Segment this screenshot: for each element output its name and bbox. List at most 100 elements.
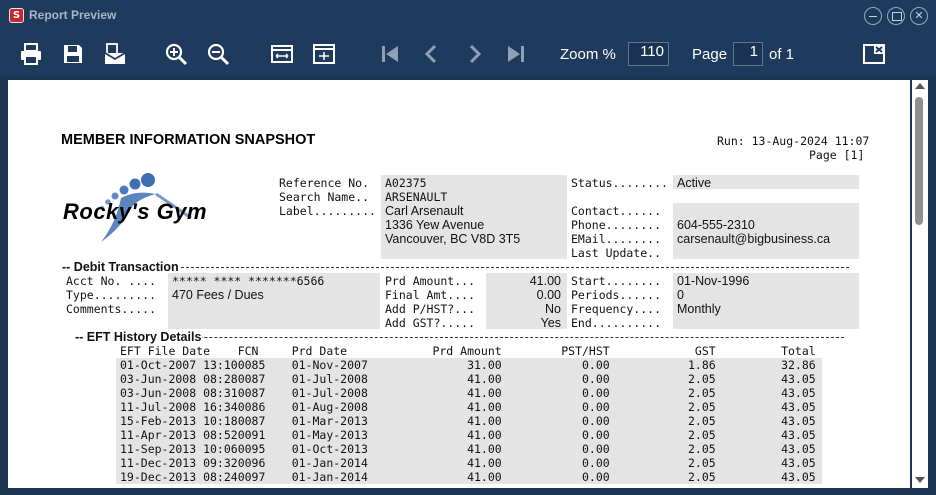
acct-no-value: ***** **** *******6566 — [172, 274, 325, 288]
cell-eft-file-date: 11-Apr-2013 08:52 — [116, 428, 238, 442]
cell-gst: 2.05 — [609, 456, 716, 470]
col-header-eft-file-date: EFT File Date — [120, 344, 211, 358]
zoom-out-icon — [207, 43, 230, 66]
zoom-out-button[interactable] — [206, 42, 230, 66]
cell-eft-file-date: 11-Jul-2008 16:34 — [116, 400, 238, 414]
cell-gst: 2.05 — [609, 372, 716, 386]
prd-amount-label: Prd Amount... — [385, 274, 476, 288]
close-window-button[interactable]: ✕ — [910, 7, 928, 25]
app-icon: S — [9, 8, 24, 23]
scrollbar-thumb[interactable] — [915, 97, 923, 225]
cell-pst-hst: 0.00 — [501, 456, 610, 470]
email-button[interactable] — [103, 42, 127, 66]
cell-pst-hst: 0.00 — [501, 442, 610, 456]
title-bar: S Report Preview ✕ — [0, 0, 936, 32]
contact-label: Contact...... — [571, 204, 662, 218]
next-page-button[interactable] — [462, 42, 486, 66]
history-section-label: -- EFT History Details — [74, 330, 203, 344]
end-label: End.......... — [571, 316, 662, 330]
cell-total: 43.05 — [715, 456, 822, 470]
table-row: 11-Dec-2013 09:32 0096 01-Jan-2014 41.00… — [116, 456, 822, 470]
cell-prd-amount: 41.00 — [381, 456, 502, 470]
zoom-label: Zoom % — [560, 46, 616, 63]
page-label: Page — [692, 46, 728, 63]
zoom-input[interactable]: 110 — [628, 42, 669, 66]
table-row: 03-Jun-2008 08:31 0087 01-Jul-2008 41.00… — [116, 386, 822, 400]
cell-gst: 2.05 — [609, 428, 716, 442]
add-gst-label: Add GST?..... — [385, 316, 476, 330]
last-update-label: Last Update.. — [571, 246, 662, 260]
debit-section-header: -- Debit Transaction — [61, 260, 849, 274]
table-row: 15-Feb-2013 10:18 0087 01-Mar-2013 41.00… — [116, 414, 822, 428]
zoom-in-icon — [165, 43, 188, 66]
table-row: 11-Sep-2013 10:06 0095 01-Oct-2013 41.00… — [116, 442, 822, 456]
type-value: 470 Fees / Dues — [172, 288, 264, 302]
cell-prd-amount: 41.00 — [381, 386, 502, 400]
print-button[interactable] — [19, 42, 43, 66]
cell-prd-date: 01-May-2013 — [291, 428, 382, 442]
eft-history-table: EFT File Date FCN Prd Date Prd Amount PS… — [116, 344, 822, 484]
add-phst-label: Add P/HST?... — [385, 302, 476, 316]
table-row: 01-Oct-2007 13:10 0085 01-Nov-2007 31.00… — [116, 358, 822, 372]
scroll-up-arrow-icon[interactable] — [915, 83, 925, 89]
page-count-label: of 1 — [769, 46, 795, 63]
cell-prd-date: 01-Mar-2013 — [291, 414, 382, 428]
start-label: Start........ — [571, 274, 662, 288]
minimize-button[interactable] — [864, 7, 882, 25]
logo-text: Rocky's Gym — [63, 199, 208, 224]
search-name-label: Search Name.. — [279, 190, 370, 204]
cell-total: 43.05 — [715, 470, 822, 484]
first-page-button[interactable] — [378, 42, 402, 66]
table-row: 03-Jun-2008 08:28 0087 01-Jul-2008 41.00… — [116, 372, 822, 386]
label-line-2: 1336 Yew Avenue — [385, 218, 485, 232]
phone-value: 604-555-2310 — [677, 218, 755, 232]
cell-pst-hst: 0.00 — [501, 358, 610, 372]
cell-eft-file-date: 15-Feb-2013 10:18 — [116, 414, 238, 428]
first-page-icon — [382, 46, 398, 62]
run-timestamp: Run: 13-Aug-2024 11:07 — [717, 134, 870, 148]
cell-fcn: 0091 — [237, 428, 292, 442]
gym-logo: Rocky's Gym — [61, 168, 241, 243]
cell-gst: 2.05 — [609, 400, 716, 414]
close-preview-button[interactable] — [862, 42, 886, 66]
zoom-in-button[interactable] — [164, 42, 188, 66]
add-phst-value: No — [545, 302, 561, 316]
last-page-icon — [508, 46, 524, 62]
col-header-prd-amount: Prd Amount — [432, 344, 502, 358]
col-header-fcn: FCN — [237, 344, 259, 358]
cell-pst-hst: 0.00 — [501, 386, 610, 400]
close-icon: ✕ — [914, 9, 924, 22]
last-page-button[interactable] — [504, 42, 528, 66]
cell-fcn: 0097 — [237, 470, 292, 484]
cell-total: 43.05 — [715, 414, 822, 428]
fit-width-button[interactable] — [270, 42, 294, 66]
window-title: Report Preview — [29, 8, 117, 22]
final-amt-value: 0.00 — [536, 288, 561, 302]
table-row: 11-Apr-2013 08:52 0091 01-May-2013 41.00… — [116, 428, 822, 442]
vertical-scrollbar[interactable] — [912, 80, 928, 488]
mail-attachment-icon — [104, 43, 126, 64]
fit-page-button[interactable] — [312, 42, 336, 66]
previous-page-button[interactable] — [420, 42, 444, 66]
periods-label: Periods...... — [571, 288, 662, 302]
cell-pst-hst: 0.00 — [501, 470, 610, 484]
cell-eft-file-date: 11-Dec-2013 09:32 — [116, 456, 238, 470]
table-row: 19-Dec-2013 08:24 0097 01-Jan-2014 41.00… — [116, 470, 822, 484]
save-button[interactable] — [61, 42, 85, 66]
cell-gst: 2.05 — [609, 386, 716, 400]
report-page: MEMBER INFORMATION SNAPSHOT Run: 13-Aug-… — [8, 80, 910, 488]
cell-pst-hst: 0.00 — [501, 428, 610, 442]
col-header-pst-hst: PST/HST — [561, 344, 610, 358]
cell-fcn: 0086 — [237, 400, 292, 414]
cell-prd-amount: 41.00 — [381, 372, 502, 386]
cell-prd-date: 01-Jan-2014 — [291, 456, 382, 470]
cell-total: 43.05 — [715, 442, 822, 456]
fit-page-icon — [313, 44, 335, 64]
reference-label: Reference No. — [279, 176, 370, 190]
cell-fcn: 0087 — [237, 386, 292, 400]
page-number-input[interactable]: 1 — [733, 42, 763, 66]
reference-value: A02375 — [385, 176, 427, 190]
maximize-button[interactable] — [887, 7, 905, 25]
cell-prd-date: 01-Jan-2014 — [291, 470, 382, 484]
scroll-down-arrow-icon[interactable] — [915, 477, 925, 483]
